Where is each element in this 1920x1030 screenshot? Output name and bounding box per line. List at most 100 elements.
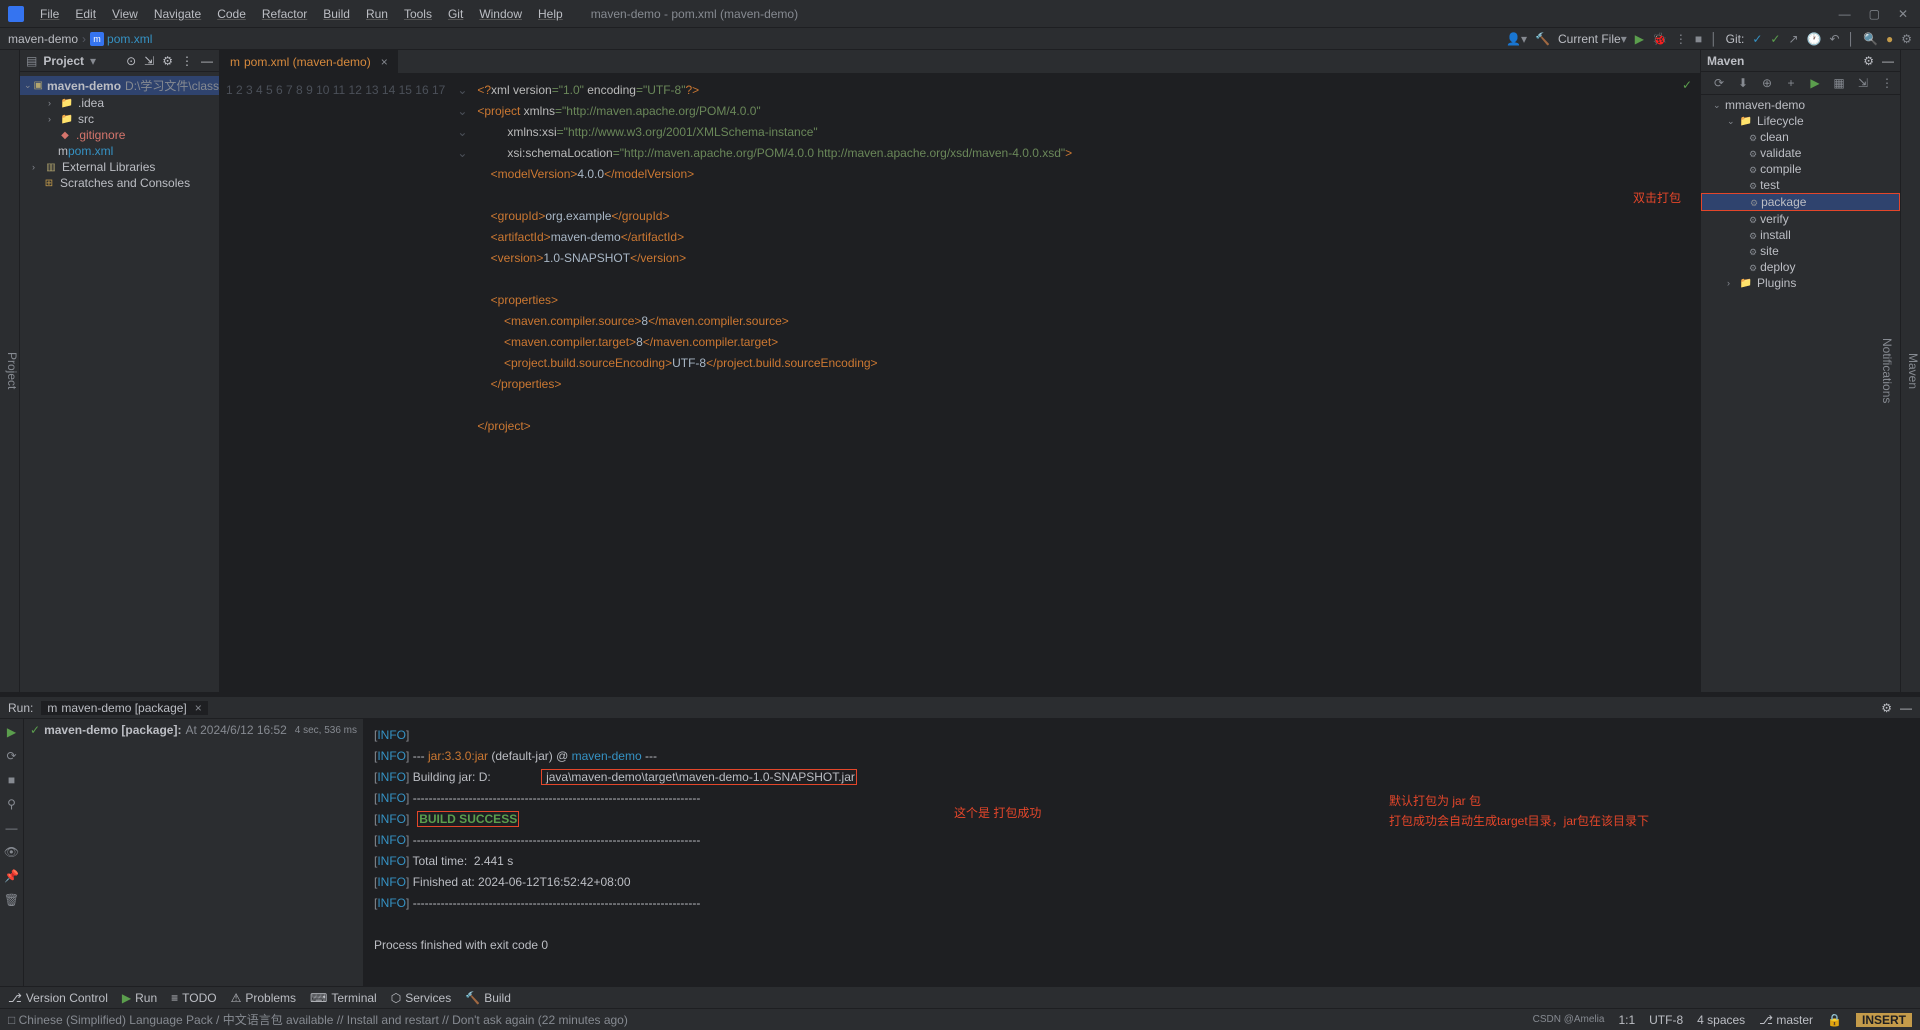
- menu-window[interactable]: Window: [471, 7, 530, 21]
- git-push-icon[interactable]: ↗: [1788, 32, 1798, 46]
- rail-project[interactable]: Project: [5, 352, 19, 389]
- run-tab[interactable]: mmaven-demo [package]×: [41, 701, 207, 715]
- maven-goal-install[interactable]: install: [1701, 227, 1900, 243]
- maven-goal-package[interactable]: package: [1701, 193, 1900, 211]
- settings-icon[interactable]: ⚙: [1901, 32, 1912, 46]
- tab-close-icon[interactable]: ×: [381, 55, 388, 69]
- maven-goal-validate[interactable]: validate: [1701, 145, 1900, 161]
- maven-goal-clean[interactable]: clean: [1701, 129, 1900, 145]
- git-commit-icon[interactable]: ✓: [1770, 32, 1780, 46]
- maven-goal-verify[interactable]: verify: [1701, 211, 1900, 227]
- search-icon[interactable]: 🔍: [1863, 32, 1878, 46]
- maven-goal-compile[interactable]: compile: [1701, 161, 1900, 177]
- maven-add-icon[interactable]: +: [1782, 76, 1800, 90]
- menu-git[interactable]: Git: [440, 7, 471, 21]
- run-icon[interactable]: ▶: [1635, 32, 1644, 46]
- tool-build[interactable]: 🔨Build: [465, 991, 511, 1005]
- maven-toggle-icon[interactable]: ▦: [1830, 76, 1848, 90]
- tool-problems[interactable]: ⚠Problems: [231, 991, 296, 1005]
- stop-icon[interactable]: ■: [1695, 32, 1702, 46]
- rail-notifications[interactable]: Notifications: [1880, 338, 1894, 403]
- tree-folder-src[interactable]: ›📁src: [20, 111, 219, 127]
- maven-exec-icon[interactable]: ▶: [1806, 76, 1824, 90]
- breadcrumb-file[interactable]: pom.xml: [107, 32, 152, 46]
- fold-gutter[interactable]: ⌄ ⌄ ⌄ ⌄: [457, 74, 469, 692]
- avatar-icon[interactable]: ●: [1886, 32, 1893, 46]
- gear-icon[interactable]: ⚙: [162, 54, 173, 68]
- run-tree-item[interactable]: ✓ maven-demo [package]: At 2024/6/12 16:…: [30, 723, 357, 737]
- maven-download-icon[interactable]: ⊕: [1758, 76, 1776, 90]
- menu-build[interactable]: Build: [315, 7, 358, 21]
- tree-pom[interactable]: mpom.xml: [20, 143, 219, 159]
- git-update-icon[interactable]: ✓: [1752, 32, 1762, 46]
- hammer-icon[interactable]: 🔨: [1535, 32, 1550, 46]
- tool-terminal[interactable]: ⌨Terminal: [310, 991, 377, 1005]
- status-encoding[interactable]: UTF-8: [1649, 1013, 1683, 1027]
- trash-icon[interactable]: 🗑: [4, 893, 19, 907]
- filter-icon[interactable]: ⚲: [7, 797, 16, 811]
- console-output[interactable]: [INFO] [INFO] --- jar:3.3.0:jar (default…: [364, 719, 1920, 986]
- maven-reload-icon[interactable]: ⟳: [1710, 76, 1728, 90]
- maven-goal-site[interactable]: site: [1701, 243, 1900, 259]
- maven-goal-test[interactable]: test: [1701, 177, 1900, 193]
- project-view-icon[interactable]: ▤: [26, 54, 37, 68]
- pin-icon[interactable]: 📌: [4, 869, 19, 883]
- maven-lifecycle[interactable]: ⌄📁Lifecycle: [1701, 113, 1900, 129]
- menu-navigate[interactable]: Navigate: [146, 7, 209, 21]
- close-icon[interactable]: ✕: [1898, 7, 1908, 21]
- tab-pom[interactable]: mpom.xml (maven-demo)×: [220, 50, 398, 73]
- tree-scratches[interactable]: ⊞Scratches and Consoles: [20, 175, 219, 191]
- run-config-selector[interactable]: Current File▾: [1558, 32, 1627, 46]
- debug-icon[interactable]: 🐞: [1652, 32, 1667, 46]
- more-run-icon[interactable]: ⋮: [1675, 32, 1687, 46]
- rerun-icon[interactable]: ▶: [7, 725, 16, 739]
- git-history-icon[interactable]: 🕐: [1807, 32, 1822, 46]
- collapse-icon[interactable]: ⋮: [181, 54, 193, 68]
- status-position[interactable]: 1:1: [1618, 1013, 1635, 1027]
- status-branch[interactable]: ⎇ master: [1759, 1013, 1813, 1027]
- code-editor[interactable]: 1 2 3 4 5 6 7 8 9 10 11 12 13 14 15 16 1…: [220, 74, 1700, 692]
- menu-tools[interactable]: Tools: [396, 7, 440, 21]
- tool-run[interactable]: ▶Run: [122, 991, 157, 1005]
- analysis-ok-icon[interactable]: ✓: [1682, 78, 1692, 92]
- tree-gitignore[interactable]: ◆.gitignore: [20, 127, 219, 143]
- code-content[interactable]: <?xml version="1.0" encoding="UTF-8"?> <…: [469, 74, 1072, 692]
- refresh-icon[interactable]: ⟳: [6, 749, 16, 763]
- tool-version-control[interactable]: ⎇Version Control: [8, 991, 108, 1005]
- tree-external-libs[interactable]: ›▥External Libraries: [20, 159, 219, 175]
- run-hide-icon[interactable]: —: [1900, 701, 1912, 715]
- show-icon[interactable]: 👁: [4, 845, 19, 859]
- menu-help[interactable]: Help: [530, 7, 571, 21]
- maven-expand-icon[interactable]: ⇲: [1854, 76, 1872, 90]
- git-rollback-icon[interactable]: ↶: [1829, 32, 1839, 46]
- maven-generate-icon[interactable]: ⬇: [1734, 76, 1752, 90]
- expand-all-icon[interactable]: ⇲: [144, 54, 154, 68]
- maximize-icon[interactable]: ▢: [1869, 7, 1880, 21]
- status-insert-mode[interactable]: INSERT: [1856, 1013, 1912, 1027]
- select-opened-icon[interactable]: ⊙: [126, 54, 136, 68]
- rail-maven[interactable]: Maven: [1906, 353, 1920, 389]
- menu-edit[interactable]: Edit: [67, 7, 104, 21]
- menu-code[interactable]: Code: [209, 7, 254, 21]
- stop-run-icon[interactable]: ■: [8, 773, 15, 787]
- minimize-icon[interactable]: —: [1839, 7, 1851, 21]
- maven-root[interactable]: ⌄mmaven-demo: [1701, 97, 1900, 113]
- tree-root[interactable]: ⌄▣ maven-demoD:\学习文件\class110ja: [20, 76, 219, 95]
- tool-todo[interactable]: ≡TODO: [171, 991, 216, 1005]
- hide-panel-icon[interactable]: —: [201, 54, 213, 68]
- maven-hide-icon[interactable]: —: [1882, 54, 1894, 68]
- run-settings-icon[interactable]: ⚙: [1881, 701, 1892, 715]
- maven-settings-icon[interactable]: ⚙: [1863, 54, 1874, 68]
- maven-more-icon[interactable]: ⋮: [1878, 76, 1896, 90]
- tool-services[interactable]: ⬡Services: [391, 991, 452, 1005]
- status-message[interactable]: □ Chinese (Simplified) Language Pack / 中…: [8, 1011, 628, 1028]
- menu-refactor[interactable]: Refactor: [254, 7, 315, 21]
- lock-icon[interactable]: 🔒: [1827, 1013, 1842, 1027]
- user-icon[interactable]: 👤▾: [1506, 32, 1527, 46]
- menu-run[interactable]: Run: [358, 7, 396, 21]
- menu-view[interactable]: View: [104, 7, 146, 21]
- status-indent[interactable]: 4 spaces: [1697, 1013, 1745, 1027]
- menu-file[interactable]: File: [32, 7, 67, 21]
- tree-folder-idea[interactable]: ›📁.idea: [20, 95, 219, 111]
- maven-plugins[interactable]: ›📁Plugins: [1701, 275, 1900, 291]
